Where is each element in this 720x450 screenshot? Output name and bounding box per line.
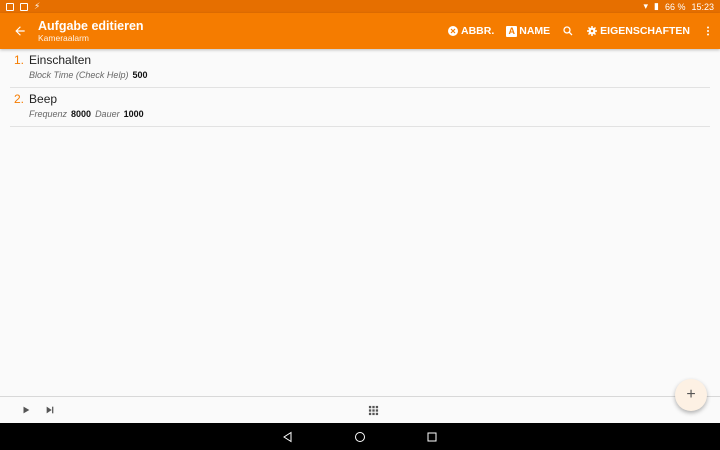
- back-button[interactable]: [0, 13, 40, 49]
- clock: 15:23: [691, 1, 714, 12]
- properties-button[interactable]: EIGENSCHAFTEN: [580, 13, 696, 49]
- nav-recents-icon[interactable]: [426, 431, 438, 443]
- param-value: 8000: [71, 109, 92, 119]
- item-name: Beep: [29, 92, 58, 106]
- skip-next-icon: [46, 406, 54, 414]
- play-icon: [23, 406, 30, 414]
- properties-label: EIGENSCHAFTEN: [600, 25, 690, 37]
- image-notification-icon: [6, 2, 14, 11]
- gear-icon: [587, 26, 598, 36]
- app-bar: Aufgabe editieren Kameraalarm ABBR. A NA…: [0, 13, 720, 49]
- letter-a-icon: A: [506, 25, 518, 37]
- wifi-icon: ▾: [643, 1, 648, 11]
- list-item[interactable]: 1. Einschalten Block Time (Check Help) 5…: [10, 49, 710, 88]
- plus-icon: +: [686, 386, 696, 403]
- item-name: Einschalten: [29, 53, 92, 67]
- name-button[interactable]: A NAME: [500, 13, 556, 49]
- step-button[interactable]: [38, 398, 62, 422]
- add-action-button[interactable]: +: [675, 379, 707, 411]
- more-vert-icon: [707, 26, 709, 36]
- grid-icon: [368, 405, 378, 415]
- name-label: NAME: [519, 25, 551, 37]
- cancel-circle-icon: [447, 26, 458, 36]
- search-button[interactable]: [556, 13, 580, 49]
- page-title: Aufgabe editieren: [38, 18, 144, 33]
- param-value: 1000: [123, 109, 144, 119]
- abort-button[interactable]: ABBR.: [441, 13, 500, 49]
- camera-notification-icon: [20, 2, 28, 11]
- flash-notification-icon: ⚡: [34, 1, 41, 11]
- abort-label: ABBR.: [460, 25, 495, 37]
- nav-back-icon[interactable]: [282, 431, 294, 443]
- param-label: Dauer: [95, 109, 120, 119]
- play-button[interactable]: [14, 398, 38, 422]
- page-subtitle: Kameraalarm: [38, 32, 90, 43]
- list-item[interactable]: 2. Beep Frequenz 8000 Dauer 1000: [10, 88, 710, 127]
- more-menu-button[interactable]: [696, 13, 720, 49]
- search-icon: [563, 26, 573, 36]
- nav-home-icon[interactable]: [354, 431, 366, 443]
- item-number: 2.: [14, 92, 25, 106]
- system-nav-bar: [0, 423, 720, 450]
- param-value: 500: [132, 70, 148, 80]
- bottom-toolbar: [0, 396, 720, 423]
- param-label: Block Time (Check Help): [29, 70, 129, 80]
- item-number: 1.: [14, 53, 25, 67]
- action-list: 1. Einschalten Block Time (Check Help) 5…: [0, 49, 720, 127]
- apps-button[interactable]: [361, 398, 385, 422]
- battery-level: 66 %: [664, 1, 686, 12]
- status-bar: ⚡ ▾ ▮ 66 % 15:23: [0, 0, 720, 13]
- arrow-left-icon: [15, 26, 25, 36]
- battery-icon: ▮: [654, 1, 659, 11]
- param-label: Frequenz: [29, 109, 68, 119]
